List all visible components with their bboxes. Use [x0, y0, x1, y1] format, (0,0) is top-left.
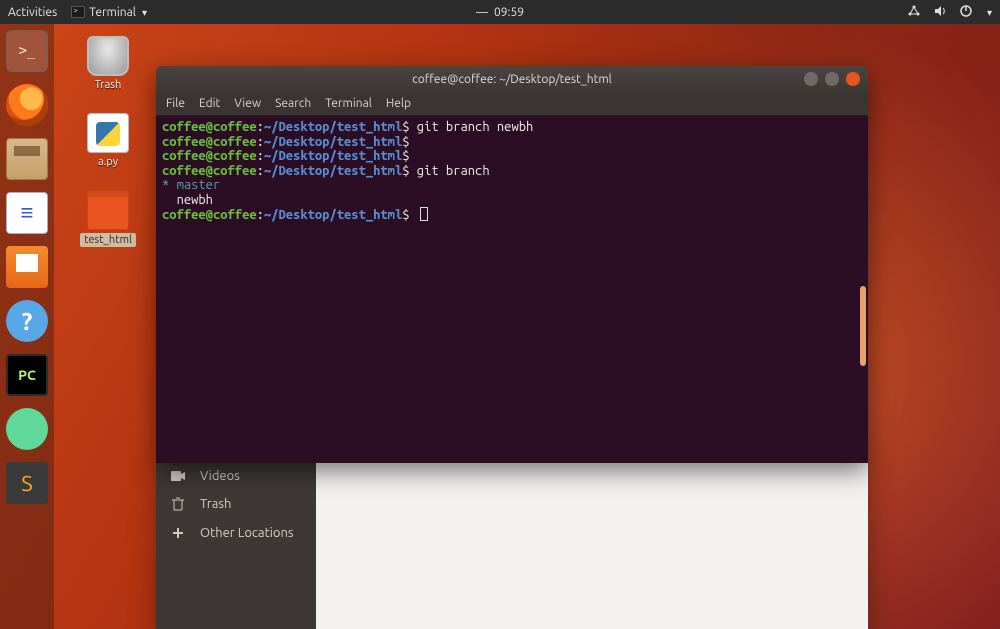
clock-prefix: — [476, 6, 488, 19]
network-icon[interactable] [907, 4, 921, 21]
window-maximize-button[interactable] [825, 72, 839, 86]
menu-help[interactable]: Help [386, 97, 411, 110]
folder-icon [87, 190, 129, 230]
desktop-trash[interactable]: Trash [78, 36, 138, 91]
terminal-menubar: File Edit View Search Terminal Help [156, 92, 868, 116]
prompt-user: coffee@coffee [162, 149, 257, 163]
files-sidebar: Videos Trash Other Locations [156, 462, 316, 629]
clock[interactable]: — 09:59 [476, 6, 524, 19]
prompt-colon: : [257, 164, 264, 178]
prompt-path: /Desktop/test_html [271, 135, 402, 149]
app-menu-label: Terminal [89, 6, 136, 19]
desktop-file-apy[interactable]: a.py [78, 113, 138, 168]
prompt-dollar: $ [402, 164, 409, 178]
dock-atom[interactable] [6, 408, 48, 450]
menu-search[interactable]: Search [275, 97, 311, 110]
terminal-scrollbar[interactable] [860, 286, 866, 366]
files-content-area[interactable] [316, 462, 868, 629]
prompt-user: coffee@coffee [162, 135, 257, 149]
files-videos-label: Videos [200, 469, 240, 483]
clock-time: 09:59 [494, 6, 524, 19]
files-trash-label: Trash [200, 497, 231, 511]
files-sidebar-other-locations[interactable]: Other Locations [156, 518, 316, 548]
prompt-user: coffee@coffee [162, 120, 257, 134]
power-icon[interactable] [959, 4, 973, 21]
desktop-trash-label: Trash [95, 79, 122, 91]
dock-archive-manager[interactable] [6, 138, 48, 180]
menu-view[interactable]: View [234, 97, 261, 110]
branch-current: master [177, 178, 221, 192]
dock-libreoffice-writer[interactable]: ≡ [6, 192, 48, 234]
prompt-path: /Desktop/test_html [271, 164, 402, 178]
branch-other: newbh [177, 193, 213, 207]
prompt-cmd: git branch newbh [410, 120, 534, 134]
prompt-path: /Desktop/test_html [271, 208, 402, 222]
desktop-test-html-label: test_html [80, 233, 136, 247]
dock-firefox[interactable] [6, 84, 48, 126]
app-menu[interactable]: Terminal [71, 6, 147, 19]
files-window[interactable]: Videos Trash Other Locations [156, 462, 868, 629]
prompt-path: /Desktop/test_html [271, 120, 402, 134]
branch-other-prefix [162, 193, 177, 207]
desktop-apy-label: a.py [98, 156, 118, 168]
files-sidebar-trash[interactable]: Trash [156, 490, 316, 518]
window-close-button[interactable] [846, 72, 860, 86]
dock-terminal[interactable]: >_ [6, 30, 48, 72]
prompt-user: coffee@coffee [162, 208, 257, 222]
prompt-user: coffee@coffee [162, 164, 257, 178]
plus-icon [170, 527, 186, 539]
prompt-dollar: $ [402, 149, 409, 163]
prompt-colon: : [257, 120, 264, 134]
desktop-folder-test-html[interactable]: test_html [78, 190, 138, 247]
prompt-colon: : [257, 208, 264, 222]
video-icon [170, 470, 186, 482]
launcher-dock: >_ ≡ ? PC S [0, 24, 54, 629]
prompt-dollar: $ [402, 135, 409, 149]
dock-help[interactable]: ? [6, 300, 48, 342]
prompt-dollar: $ [402, 120, 409, 134]
dock-ubuntu-software[interactable] [6, 246, 48, 288]
prompt-colon: : [257, 149, 264, 163]
terminal-title: coffee@coffee: ~/Desktop/test_html [412, 73, 612, 86]
window-minimize-button[interactable] [804, 72, 818, 86]
activities-button[interactable]: Activities [8, 6, 57, 19]
desktop-icons: Trash a.py test_html [78, 36, 138, 247]
volume-icon[interactable] [933, 4, 947, 21]
trash-small-icon [170, 497, 186, 511]
menu-terminal[interactable]: Terminal [325, 97, 372, 110]
chevron-down-icon [140, 6, 147, 19]
terminal-titlebar[interactable]: coffee@coffee: ~/Desktop/test_html [156, 66, 868, 92]
system-menu-chevron-icon[interactable] [985, 6, 992, 19]
dock-pycharm[interactable]: PC [6, 354, 48, 396]
prompt-colon: : [257, 135, 264, 149]
files-other-label: Other Locations [200, 526, 294, 540]
files-sidebar-videos[interactable]: Videos [156, 462, 316, 490]
prompt-dollar: $ [402, 208, 409, 222]
gnome-topbar: Activities Terminal — 09:59 [0, 0, 1000, 24]
prompt-path: /Desktop/test_html [271, 149, 402, 163]
terminal-icon [71, 6, 85, 18]
terminal-window[interactable]: coffee@coffee: ~/Desktop/test_html File … [156, 66, 868, 463]
trash-icon [87, 36, 129, 76]
prompt-cmd: git branch [410, 164, 490, 178]
branch-current-marker: * [162, 178, 169, 192]
dock-sublime-text[interactable]: S [6, 462, 48, 504]
menu-file[interactable]: File [166, 97, 185, 110]
python-file-icon [87, 113, 129, 153]
menu-edit[interactable]: Edit [199, 97, 220, 110]
terminal-body[interactable]: coffee@coffee:~/Desktop/test_html$ git b… [156, 116, 868, 463]
prompt-cmd [410, 208, 417, 222]
terminal-cursor [420, 207, 428, 221]
